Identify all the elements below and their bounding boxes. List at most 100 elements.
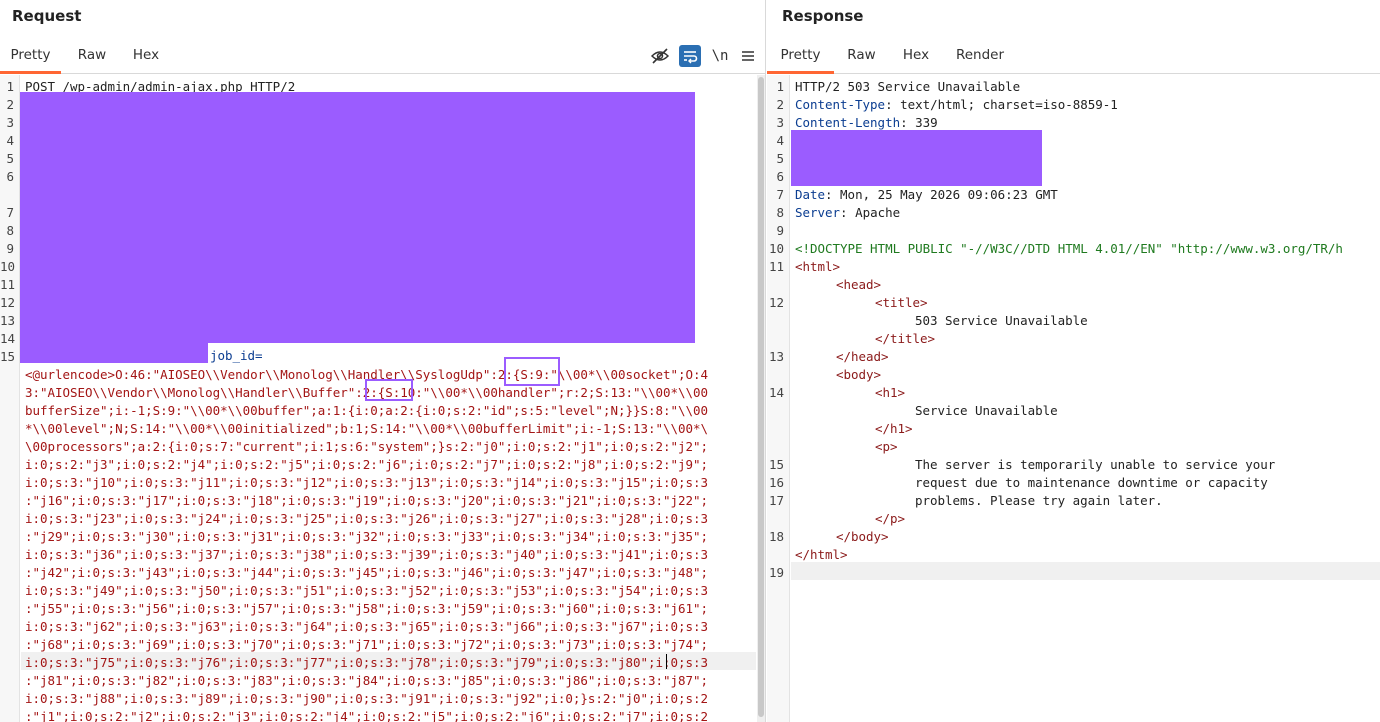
html-close: </html>: [795, 547, 848, 562]
line-number: 1: [776, 79, 784, 94]
response-tab-render[interactable]: Render: [949, 38, 1011, 74]
request-body-line: i:0;s:3:"j88";i:0;s:3:"j89";i:0;s:3:"j90…: [25, 691, 709, 706]
line-number: 15: [0, 349, 16, 364]
title-open: <title>: [875, 295, 928, 310]
line-number: 13: [768, 349, 784, 364]
line-number: 19: [768, 565, 784, 580]
request-body-line: *\\00level";N;S:14:"\\00*\\00initialized…: [25, 421, 709, 436]
title-text: 503 Service Unavailable: [915, 313, 1088, 328]
header-name: Date: [795, 187, 826, 202]
request-body-line: i:0;s:3:"j62";i:0;s:3:"j63";i:0;s:3:"j64…: [25, 619, 709, 634]
response-pane: Response Pretty Raw Hex Render 123456789…: [767, 0, 1380, 722]
header-value: Mon, 25 May 2026 09:06:23 GMT: [832, 187, 1058, 202]
line-number: 12: [0, 295, 16, 310]
html-open: <html>: [795, 259, 841, 274]
line-number: 7: [776, 187, 784, 202]
line-number: 4: [776, 133, 784, 148]
request-body-line: :"j68";i:0;s:3:"j69";i:0;s:3:"j70";i:0;s…: [25, 637, 709, 652]
header-value: text/html; charset=iso-8859-1: [892, 97, 1118, 112]
redaction-block: [20, 92, 695, 343]
header-value: 339: [907, 115, 938, 130]
request-body-line: i:0;s:3:"j75";i:0;s:3:"j76";i:0;s:3:"j77…: [25, 655, 709, 670]
line-number: 10: [0, 259, 16, 274]
request-tab-raw[interactable]: Raw: [66, 38, 118, 74]
line-number: 18: [768, 529, 784, 544]
request-body-line: :"j55";i:0;s:3:"j56";i:0;s:3:"j57";i:0;s…: [25, 601, 709, 616]
eye-off-icon[interactable]: [649, 45, 671, 67]
p-text-line: problems. Please try again later.: [915, 493, 1163, 508]
header-name: Server: [795, 205, 841, 220]
line-number: 4: [6, 133, 14, 148]
request-tab-hex[interactable]: Hex: [122, 38, 170, 74]
p-text-line: The server is temporarily unable to serv…: [915, 457, 1276, 472]
request-body-line: \00processors";a:2:{i:0;s:7:"current";i:…: [25, 439, 709, 454]
line-number: 2: [776, 97, 784, 112]
p-open: <p>: [875, 439, 898, 454]
request-body-line: i:0;s:3:"j23";i:0;s:3:"j24";i:0;s:3:"j25…: [25, 511, 709, 526]
param-name: job_id=: [210, 348, 263, 363]
h1-text: Service Unavailable: [915, 403, 1058, 418]
request-body-line: :"j1";i:0;s:2:"j2";i:0;s:2:"j3";i:0;s:2:…: [25, 709, 709, 722]
highlight-box: [504, 357, 560, 386]
request-editor[interactable]: 1 2 3 4 5 6 7 8 9 10 11 12 13 14 15 POST /wp-admin/adm…: [0, 75, 765, 722]
head-close: </head>: [836, 349, 889, 364]
doctype-line: <!DOCTYPE HTML PUBLIC "-//W3C//DTD HTML …: [795, 241, 1343, 256]
line-number: 11: [768, 259, 784, 274]
request-body-line: :"j81";i:0;s:3:"j82";i:0;s:3:"j83";i:0;s…: [25, 673, 709, 688]
line-number: 6: [776, 169, 784, 184]
line-number: 9: [6, 241, 14, 256]
line-number: 8: [776, 205, 784, 220]
line-number: 14: [768, 385, 784, 400]
redaction-block: [20, 343, 208, 363]
line-number: 15: [768, 457, 784, 472]
request-title: Request: [12, 7, 82, 25]
line-number: 7: [6, 205, 14, 220]
h1-open: <h1>: [875, 385, 906, 400]
header-content-type: Content-Type: text/html; charset=iso-885…: [795, 97, 1118, 112]
header-name: Content-Length: [795, 115, 901, 130]
request-body-line: :"j29";i:0;s:3:"j30";i:0;s:3:"j31";i:0;s…: [25, 529, 709, 544]
title-close: </title>: [875, 331, 936, 346]
request-body-line: bufferSize";i:-1;S:9:"\\00*\\00buffer";a…: [25, 403, 709, 418]
request-body-line: :"j16";i:0;s:3:"j17";i:0;s:3:"j18";i:0;s…: [25, 493, 709, 508]
redaction-block: [791, 130, 1042, 186]
head-open: <head>: [836, 277, 882, 292]
request-tab-pretty[interactable]: Pretty: [0, 38, 61, 74]
line-number: 11: [0, 277, 16, 292]
request-tabbar: Pretty Raw Hex \n: [0, 38, 765, 74]
response-title: Response: [782, 7, 864, 25]
response-tab-raw[interactable]: Raw: [837, 38, 886, 74]
request-body-line: i:0;s:2:"j3";i:0;s:2:"j4";i:0;s:2:"j5";i…: [25, 457, 709, 472]
line-number: 10: [768, 241, 784, 256]
menu-icon[interactable]: [737, 45, 759, 67]
body-close: </body>: [836, 529, 889, 544]
response-tab-hex[interactable]: Hex: [892, 38, 940, 74]
line-number: 12: [768, 295, 784, 310]
highlight-box: [365, 379, 413, 401]
line-number: 6: [6, 169, 14, 184]
line-number: 2: [6, 97, 14, 112]
request-body-line: i:0;s:3:"j49";i:0;s:3:"j50";i:0;s:3:"j51…: [25, 583, 709, 598]
wrap-lines-icon[interactable]: [679, 45, 701, 67]
line-number: 3: [776, 115, 784, 130]
line-number: 5: [776, 151, 784, 166]
line-number: 16: [768, 475, 784, 490]
request-scrollbar[interactable]: [757, 75, 765, 722]
request-body-line: :"j42";i:0;s:3:"j43";i:0;s:3:"j44";i:0;s…: [25, 565, 709, 580]
line-number: 3: [6, 115, 14, 130]
status-line: HTTP/2 503 Service Unavailable: [795, 79, 1021, 94]
text-caret: [666, 654, 667, 669]
body-open: <body>: [836, 367, 882, 382]
header-date: Date: Mon, 25 May 2026 09:06:23 GMT: [795, 187, 1058, 202]
response-tab-pretty[interactable]: Pretty: [767, 38, 834, 74]
request-body-line: i:0;s:3:"j10";i:0;s:3:"j11";i:0;s:3:"j12…: [25, 475, 709, 490]
request-body-line: i:0;s:3:"j36";i:0;s:3:"j37";i:0;s:3:"j38…: [25, 547, 709, 562]
newline-icon[interactable]: \n: [709, 45, 731, 67]
request-scroll-thumb[interactable]: [758, 77, 764, 717]
response-editor[interactable]: 1 2 3 4 5 6 7 8 9 10 11 12 13 14 15 16 17 18 19 HTTP/2 503…: [767, 75, 1380, 722]
current-line-highlight: [791, 562, 1380, 580]
line-number: 14: [0, 331, 16, 346]
line-number: 8: [6, 223, 14, 238]
response-tabbar: Pretty Raw Hex Render: [767, 38, 1380, 74]
line-number: 17: [768, 493, 784, 508]
